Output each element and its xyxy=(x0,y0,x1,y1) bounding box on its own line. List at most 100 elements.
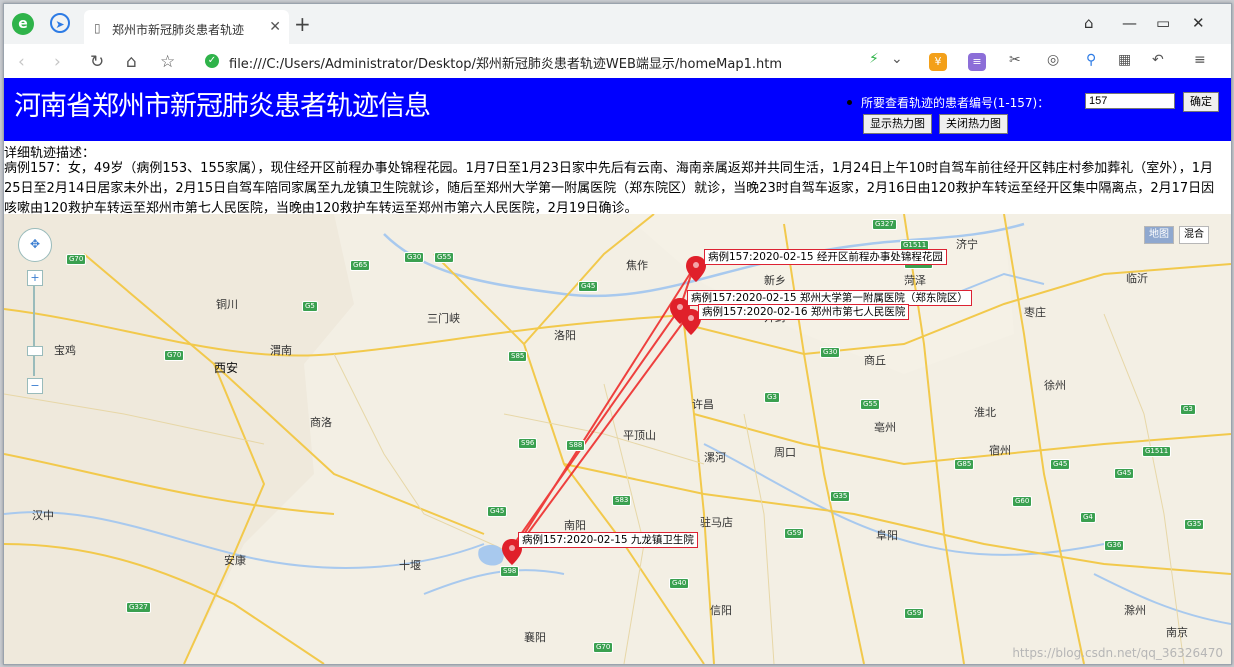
road-shield: G70 xyxy=(593,642,614,653)
tab-title: 郑州市新冠肺炎患者轨迹 xyxy=(112,23,245,37)
zoom-control: ✥ + − xyxy=(18,228,52,394)
road-shield: G327 xyxy=(872,219,897,230)
confirm-button[interactable]: 确定 xyxy=(1183,92,1219,112)
road-shield: G55 xyxy=(434,252,455,263)
city-label: 周口 xyxy=(774,446,796,459)
chevron-down-icon[interactable]: ⌄ xyxy=(891,51,903,67)
undo-icon[interactable]: ↶ xyxy=(1152,52,1164,68)
map-type-hybrid-button[interactable]: 混合 xyxy=(1179,226,1209,244)
forward-icon[interactable]: › xyxy=(54,52,61,72)
city-label: 焦作 xyxy=(626,259,648,272)
road-shield: G70 xyxy=(164,350,185,361)
gamepad-icon[interactable]: ◎ xyxy=(1047,52,1059,68)
city-label: 许昌 xyxy=(692,398,714,411)
city-label: 临沂 xyxy=(1126,272,1148,285)
browser-tab[interactable]: ▯ 郑州市新冠肺炎患者轨迹 ✕ xyxy=(84,10,289,44)
extension-icon[interactable]: ≡ xyxy=(968,53,986,71)
road-shield: G45 xyxy=(578,281,599,292)
browser-logo-icon: e xyxy=(12,13,34,35)
patient-form-label: 所要查看轨迹的患者编号(1-157)： xyxy=(861,96,1050,110)
road-shield: G36 xyxy=(1104,540,1125,551)
marker-label: 病例157:2020-02-15 经开区前程办事处锦程花园 xyxy=(704,249,947,265)
coin-icon[interactable]: ¥ xyxy=(929,53,947,71)
road-shield: G3 xyxy=(1180,404,1196,415)
navigation-icon[interactable]: ➤ xyxy=(50,13,70,33)
zoom-in-icon[interactable]: + xyxy=(27,270,43,286)
new-tab-icon[interactable]: + xyxy=(294,12,311,36)
back-icon[interactable]: ‹ xyxy=(18,52,25,72)
secure-icon: ✓ xyxy=(205,54,219,68)
city-label: 安康 xyxy=(224,554,246,567)
trajectory-lines xyxy=(511,268,694,551)
road-shield: G327 xyxy=(126,602,151,613)
road-shield: S98 xyxy=(500,566,520,577)
show-heatmap-button[interactable]: 显示热力图 xyxy=(863,114,932,134)
search-icon[interactable]: ⚲ xyxy=(1086,52,1096,68)
road-shield: G55 xyxy=(860,399,881,410)
shirt-icon[interactable]: ⌂ xyxy=(1084,14,1094,32)
city-label: 渭南 xyxy=(270,344,292,357)
road-shield: G3 xyxy=(764,392,780,403)
city-label: 滁州 xyxy=(1124,604,1146,617)
road-shield: G35 xyxy=(1184,519,1205,530)
city-label: 平顶山 xyxy=(623,429,656,442)
city-label: 商丘 xyxy=(864,354,886,367)
bolt-icon[interactable]: ⚡ xyxy=(869,51,879,67)
zoom-slider[interactable] xyxy=(33,286,35,376)
reload-icon[interactable]: ↻ xyxy=(90,52,104,72)
road-shield: G59 xyxy=(904,608,925,619)
road-shield: G59 xyxy=(784,528,805,539)
map-type-map-button[interactable]: 地图 xyxy=(1144,226,1174,244)
page-title: 河南省郑州市新冠肺炎患者轨迹信息 xyxy=(14,91,431,122)
map-marker-icon[interactable] xyxy=(686,256,706,282)
address-bar[interactable]: ✓ file:///C:/Users/Administrator/Desktop… xyxy=(199,48,919,74)
pan-control-icon[interactable]: ✥ xyxy=(18,228,52,262)
url-text[interactable]: file:///C:/Users/Administrator/Desktop/郑… xyxy=(229,53,782,72)
minimize-icon[interactable]: — xyxy=(1122,14,1137,32)
watermark: https://blog.csdn.net/qq_36326470 xyxy=(1012,646,1223,660)
close-heatmap-button[interactable]: 关闭热力图 xyxy=(939,114,1008,134)
apps-icon[interactable]: ▦ xyxy=(1118,52,1131,68)
marker-label: 病例157:2020-02-15 九龙镇卫生院 xyxy=(518,532,698,548)
city-label: 西安 xyxy=(214,361,239,375)
home-icon[interactable]: ⌂ xyxy=(126,52,137,72)
road-shield: G5 xyxy=(302,301,318,312)
close-window-icon[interactable]: ✕ xyxy=(1192,14,1205,32)
menu-icon[interactable]: ≡ xyxy=(1194,52,1206,68)
map-canvas xyxy=(4,214,1231,664)
scissors-icon[interactable]: ✂ xyxy=(1009,52,1021,68)
browser-window: e ➤ ▯ 郑州市新冠肺炎患者轨迹 ✕ + ⌂ — ▭ ✕ ‹ › ↻ ⌂ ☆ … xyxy=(3,3,1232,665)
city-label: 济宁 xyxy=(956,238,978,251)
city-label: 南京 xyxy=(1166,626,1188,639)
road-shield: G1511 xyxy=(1142,446,1172,457)
star-icon[interactable]: ☆ xyxy=(160,52,175,72)
map-view[interactable]: ✥ + − 地图 混合 西安 渭南 商洛 安康 汉中 洛阳 三门峡 平顶山 许昌… xyxy=(4,214,1231,664)
road-shield: G35 xyxy=(830,491,851,502)
city-label: 新乡 xyxy=(764,274,786,287)
city-label: 宝鸡 xyxy=(54,344,76,357)
city-label: 阜阳 xyxy=(876,529,898,542)
road-shield: S96 xyxy=(518,438,538,449)
road-shield: S85 xyxy=(508,351,528,362)
city-label: 汉中 xyxy=(32,509,54,522)
page-icon: ▯ xyxy=(94,21,101,35)
road-shield: S83 xyxy=(612,495,632,506)
road-shield: G45 xyxy=(487,506,508,517)
zoom-out-icon[interactable]: − xyxy=(27,378,43,394)
restore-icon[interactable]: ▭ xyxy=(1156,14,1170,32)
city-label: 宿州 xyxy=(989,444,1011,457)
city-label: 信阳 xyxy=(710,604,732,617)
tab-close-icon[interactable]: ✕ xyxy=(269,19,281,35)
road-shield: G30 xyxy=(820,347,841,358)
city-label: 漯河 xyxy=(704,451,726,464)
city-label: 南阳 xyxy=(564,519,586,532)
patient-id-input[interactable] xyxy=(1085,93,1175,109)
zoom-slider-handle[interactable] xyxy=(27,346,43,356)
city-label: 三门峡 xyxy=(427,312,460,325)
road-shield: G30 xyxy=(404,252,425,263)
road-shield: G45 xyxy=(1050,459,1071,470)
city-label: 洛阳 xyxy=(554,329,576,342)
road-shield: G60 xyxy=(1012,496,1033,507)
city-label: 铜川 xyxy=(216,298,238,311)
city-label: 淮北 xyxy=(974,406,996,419)
